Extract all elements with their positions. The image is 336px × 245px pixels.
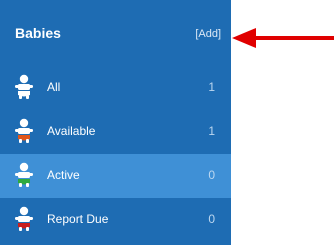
baby-icon — [15, 118, 33, 143]
nav-item-report-due[interactable]: Report Due 0 — [0, 198, 231, 242]
add-baby-link[interactable]: [Add] — [195, 28, 221, 40]
nav-item-count: 0 — [208, 168, 215, 182]
nav-item-label: All — [47, 80, 61, 94]
annotation-arrow-icon — [232, 28, 334, 48]
sidebar-title: Babies — [15, 25, 61, 41]
babies-sidebar: Babies [Add] All 1 Available 1 Active 0 … — [0, 0, 231, 245]
baby-icon — [15, 74, 33, 99]
sidebar-header: Babies [Add] — [0, 0, 231, 62]
nav-item-count: 0 — [208, 212, 215, 226]
nav-item-available[interactable]: Available 1 — [0, 110, 231, 154]
nav-item-active[interactable]: Active 0 — [0, 154, 231, 198]
baby-icon — [15, 206, 33, 231]
baby-filter-list: All 1 Available 1 Active 0 Report Due 0 — [0, 66, 231, 242]
nav-item-label: Report Due — [47, 212, 109, 226]
nav-item-label: Active — [47, 168, 80, 182]
baby-icon — [15, 162, 33, 187]
nav-item-label: Available — [47, 124, 96, 138]
nav-item-count: 1 — [208, 124, 215, 138]
nav-item-all[interactable]: All 1 — [0, 66, 231, 110]
nav-item-count: 1 — [208, 80, 215, 94]
